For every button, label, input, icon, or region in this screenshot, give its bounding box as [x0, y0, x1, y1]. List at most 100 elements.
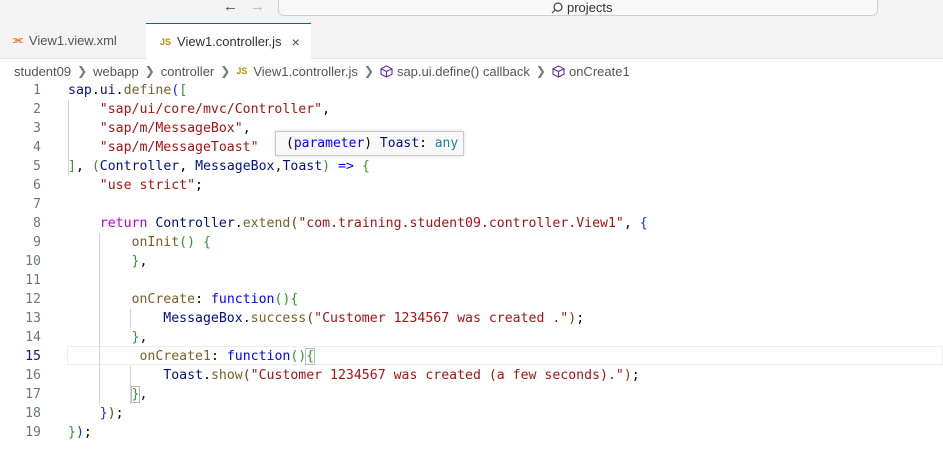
- code-token: {: [361, 159, 370, 174]
- hover-paren: ): [364, 136, 373, 151]
- breadcrumb-item[interactable]: sap.ui.define() callback: [397, 64, 530, 79]
- code-line[interactable]: 3 "sap/m/MessageBox",: [0, 119, 943, 138]
- code-token: (: [91, 159, 100, 174]
- code-line[interactable]: 7: [0, 195, 943, 214]
- arrow-right-icon[interactable]: →: [250, 0, 265, 14]
- code-token: ,: [322, 102, 331, 117]
- code-line[interactable]: 19});: [0, 423, 943, 442]
- code-line[interactable]: 10 },: [0, 252, 943, 271]
- code-token: onInit: [131, 235, 180, 250]
- editor-tabs: ⫘ View1.view.xml JS View1.controller.js …: [0, 23, 943, 59]
- code-token: "Customer 1234567 was created .": [314, 311, 569, 326]
- code-text: },: [68, 328, 148, 347]
- code-token: .: [234, 216, 243, 231]
- code-token: [: [179, 83, 188, 98]
- code-token: function: [226, 349, 291, 364]
- code-line[interactable]: 1 sap.ui.define([: [0, 81, 943, 100]
- code-token: ): [568, 311, 577, 326]
- code-token: MessageBox: [163, 311, 243, 326]
- command-center-search[interactable]: projects: [278, 0, 878, 16]
- arrow-left-icon[interactable]: ←: [223, 0, 238, 14]
- hover-paren: (: [286, 136, 294, 151]
- code-text: sap.ui.define([: [68, 81, 187, 100]
- breadcrumb-item[interactable]: View1.controller.js: [253, 64, 358, 79]
- code-token: "sap/m/MessageToast": [99, 140, 259, 155]
- line-number: 15: [25, 349, 41, 364]
- code-token: .: [91, 83, 100, 98]
- line-number: 18: [25, 406, 41, 421]
- code-token: {: [639, 216, 648, 231]
- code-token: ): [322, 159, 331, 174]
- line-number: 9: [33, 235, 41, 250]
- code-line[interactable]: 16 Toast.show("Customer 1234567 was crea…: [0, 366, 943, 385]
- code-text: "use strict";: [68, 176, 203, 195]
- code-token: ;: [195, 178, 203, 193]
- code-token: extend: [242, 216, 291, 231]
- code-token: sap: [68, 83, 92, 98]
- code-line[interactable]: 15 onCreate1: function(){: [0, 347, 943, 366]
- breadcrumb-item[interactable]: onCreate1: [569, 64, 630, 79]
- code-token: "sap/ui/core/mvc/Controller": [99, 102, 323, 117]
- code-token: define: [123, 83, 172, 98]
- tab-view1-controller-js[interactable]: JS View1.controller.js ×: [146, 23, 311, 59]
- code-token: (){: [274, 292, 299, 307]
- code-text: Toast.show("Customer 1234567 was created…: [68, 366, 639, 385]
- code-text: },: [68, 252, 148, 271]
- search-icon: [551, 1, 563, 13]
- code-token: (): [179, 235, 196, 250]
- code-token: =>: [338, 159, 354, 174]
- code-token: Controller: [155, 216, 235, 231]
- code-line[interactable]: 8 return Controller.extend("com.training…: [0, 214, 943, 233]
- code-text: "sap/m/MessageBox",: [68, 119, 251, 138]
- hover-tooltip: (parameter) Toast: any: [275, 131, 464, 156]
- code-token: ): [107, 406, 116, 421]
- code-line[interactable]: 12 onCreate: function(){: [0, 290, 943, 309]
- code-line[interactable]: 14 },: [0, 328, 943, 347]
- tab-view1-view-xml[interactable]: ⫘ View1.view.xml: [0, 23, 146, 58]
- close-icon[interactable]: ×: [292, 34, 300, 50]
- chevron-right-icon: ❯: [363, 64, 374, 78]
- code-token: ,: [139, 330, 148, 345]
- code-token: {: [203, 235, 211, 250]
- code-line[interactable]: 13 MessageBox.success("Customer 1234567 …: [0, 309, 943, 328]
- code-token: success: [250, 311, 307, 326]
- code-line[interactable]: 4 "sap/m/MessageToast": [0, 138, 943, 157]
- code-line[interactable]: 9 onInit() {: [0, 233, 943, 252]
- code-text: ], (Controller, MessageBox,Toast) => {: [68, 157, 370, 176]
- code-text: "sap/ui/core/mvc/Controller",: [68, 100, 330, 119]
- code-line[interactable]: 2 "sap/ui/core/mvc/Controller",: [0, 100, 943, 119]
- breadcrumb-item[interactable]: controller: [161, 64, 214, 79]
- code-token: Toast: [163, 368, 203, 383]
- code-line[interactable]: 5], (Controller, MessageBox,Toast) => {: [0, 157, 943, 176]
- code-line[interactable]: 11: [0, 271, 943, 290]
- line-number: 13: [25, 311, 41, 326]
- code-token: "Customer 1234567 was created (a few sec…: [250, 368, 624, 383]
- breadcrumb-item[interactable]: webapp: [93, 64, 139, 79]
- chevron-right-icon: ❯: [77, 64, 88, 78]
- code-text: onInit() {: [68, 233, 211, 252]
- breadcrumb-item[interactable]: student09: [14, 64, 71, 79]
- line-number: 12: [25, 292, 41, 307]
- code-line[interactable]: 18 });: [0, 404, 943, 423]
- code-token: MessageBox: [195, 159, 275, 174]
- code-token: ui: [99, 83, 116, 98]
- line-number: 19: [25, 425, 41, 440]
- code-token: :: [210, 349, 227, 364]
- xml-file-icon: ⫘: [13, 34, 23, 46]
- code-line[interactable]: 17 },: [0, 385, 943, 404]
- line-number: 8: [33, 216, 41, 231]
- code-editor[interactable]: 1 sap.ui.define([2 "sap/ui/core/mvc/Contr…: [0, 80, 943, 452]
- code-line[interactable]: 6 "use strict";: [0, 176, 943, 195]
- code-token: "com.training.student09.controller.View1…: [298, 216, 624, 231]
- code-token: ;: [115, 406, 124, 421]
- line-number: 4: [33, 140, 41, 155]
